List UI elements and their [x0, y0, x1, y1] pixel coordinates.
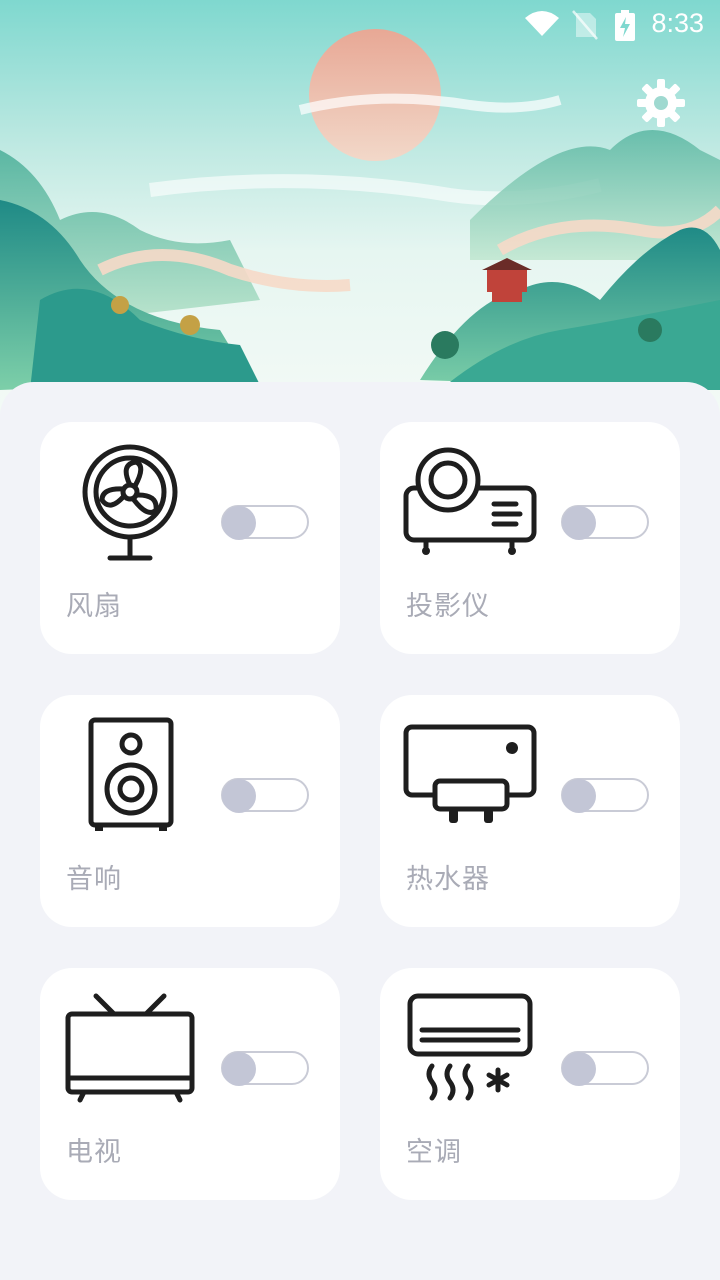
- device-card-projector[interactable]: 投影仪: [380, 422, 680, 654]
- fan-icon: [82, 444, 178, 561]
- water-heater-toggle[interactable]: [561, 778, 649, 813]
- toggle-knob: [562, 506, 596, 540]
- gear-icon: [637, 79, 685, 127]
- air-conditioner-label: 空调: [406, 1137, 462, 1168]
- tv-label: 电视: [66, 1137, 122, 1168]
- speaker-label: 音响: [66, 864, 122, 895]
- device-card-tv[interactable]: 电视: [40, 968, 340, 1200]
- device-panel: 风扇 投影仪 音响 热水器 电视 空调: [0, 382, 720, 1280]
- speaker-icon: [88, 717, 174, 831]
- toggle-knob: [222, 506, 256, 540]
- speaker-toggle[interactable]: [221, 778, 309, 813]
- status-time: 8:33: [651, 8, 704, 38]
- header-banner: 8:33: [0, 0, 720, 420]
- device-card-air-conditioner[interactable]: 空调: [380, 968, 680, 1200]
- toggle-knob: [562, 1052, 596, 1086]
- status-bar: 8:33: [0, 0, 720, 50]
- projector-toggle[interactable]: [561, 505, 649, 540]
- toggle-knob: [222, 779, 256, 813]
- tv-toggle[interactable]: [221, 1051, 309, 1086]
- water-heater-label: 热水器: [406, 864, 490, 895]
- device-card-water-heater[interactable]: 热水器: [380, 695, 680, 927]
- projector-icon: [403, 447, 537, 555]
- toggle-knob: [222, 1052, 256, 1086]
- tv-icon: [65, 993, 195, 1103]
- projector-label: 投影仪: [406, 591, 490, 622]
- fan-toggle[interactable]: [221, 505, 309, 540]
- air-conditioner-toggle[interactable]: [561, 1051, 649, 1086]
- settings-button[interactable]: [636, 78, 692, 134]
- air-conditioner-icon: [407, 993, 533, 1101]
- landscape-illustration: [0, 29, 720, 390]
- water-heater-icon: [403, 724, 537, 823]
- device-card-speaker[interactable]: 音响: [40, 695, 340, 927]
- fan-label: 风扇: [66, 591, 122, 622]
- device-card-fan[interactable]: 风扇: [40, 422, 340, 654]
- toggle-knob: [562, 779, 596, 813]
